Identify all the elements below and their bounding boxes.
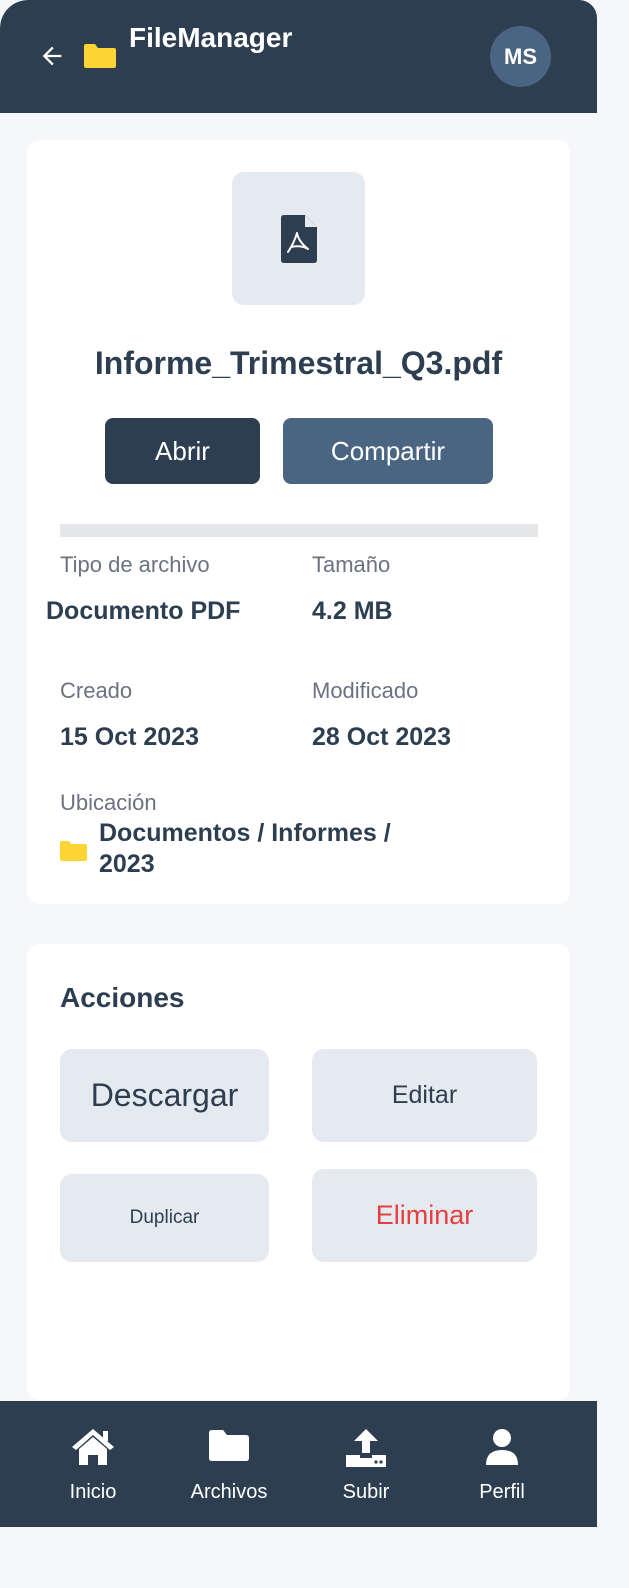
pdf-file-icon <box>280 214 317 263</box>
nav-label-home: Inicio <box>69 1481 117 1503</box>
file-type-value: Documento PDF <box>46 597 241 625</box>
user-icon <box>486 1429 518 1465</box>
nav-label-files: Archivos <box>190 1481 268 1503</box>
edit-button[interactable]: Editar <box>312 1049 537 1142</box>
nav-label-upload: Subir <box>342 1481 390 1503</box>
nav-item-upload[interactable]: Subir <box>306 1401 426 1527</box>
modified-value: 28 Oct 2023 <box>312 723 451 751</box>
modified-label: Modificado <box>312 678 419 703</box>
divider <box>60 524 538 537</box>
folder-icon <box>84 44 116 68</box>
back-arrow-icon[interactable] <box>38 42 66 70</box>
nav-item-files[interactable]: Archivos <box>169 1401 289 1527</box>
location-value[interactable]: Documentos / Informes / 2023 <box>99 818 429 880</box>
file-type-label: Tipo de archivo <box>60 552 210 577</box>
folder-icon <box>209 1430 249 1461</box>
file-name: Informe_Trimestral_Q3.pdf <box>94 345 503 381</box>
file-size-label: Tamaño <box>312 552 391 577</box>
nav-item-profile[interactable]: Perfil <box>442 1401 562 1527</box>
created-label: Creado <box>60 678 133 703</box>
open-button[interactable]: Abrir <box>105 418 260 484</box>
location-folder-icon <box>60 841 87 861</box>
user-avatar[interactable]: MS <box>490 26 551 87</box>
file-size-value: 4.2 MB <box>312 597 393 625</box>
app-title: FileManager <box>129 22 293 53</box>
share-button[interactable]: Compartir <box>283 418 493 484</box>
bottom-navigation: Inicio Archivos Subir Perfil <box>0 1401 597 1527</box>
top-app-bar: FileManager MS <box>0 0 597 113</box>
download-button[interactable]: Descargar <box>60 1049 269 1142</box>
nav-item-home[interactable]: Inicio <box>33 1401 153 1527</box>
delete-button[interactable]: Eliminar <box>312 1169 537 1262</box>
upload-icon <box>346 1429 386 1467</box>
app-screen: FileManager MS Informe_Trimestral_Q3.pdf… <box>0 0 597 1588</box>
right-edge <box>597 0 629 1588</box>
home-icon <box>72 1429 114 1465</box>
nav-label-profile: Perfil <box>479 1481 525 1503</box>
actions-title: Acciones <box>60 982 185 1013</box>
file-thumbnail <box>232 172 365 305</box>
created-value: 15 Oct 2023 <box>60 723 199 751</box>
duplicate-button[interactable]: Duplicar <box>60 1174 269 1262</box>
location-label: Ubicación <box>60 790 157 815</box>
